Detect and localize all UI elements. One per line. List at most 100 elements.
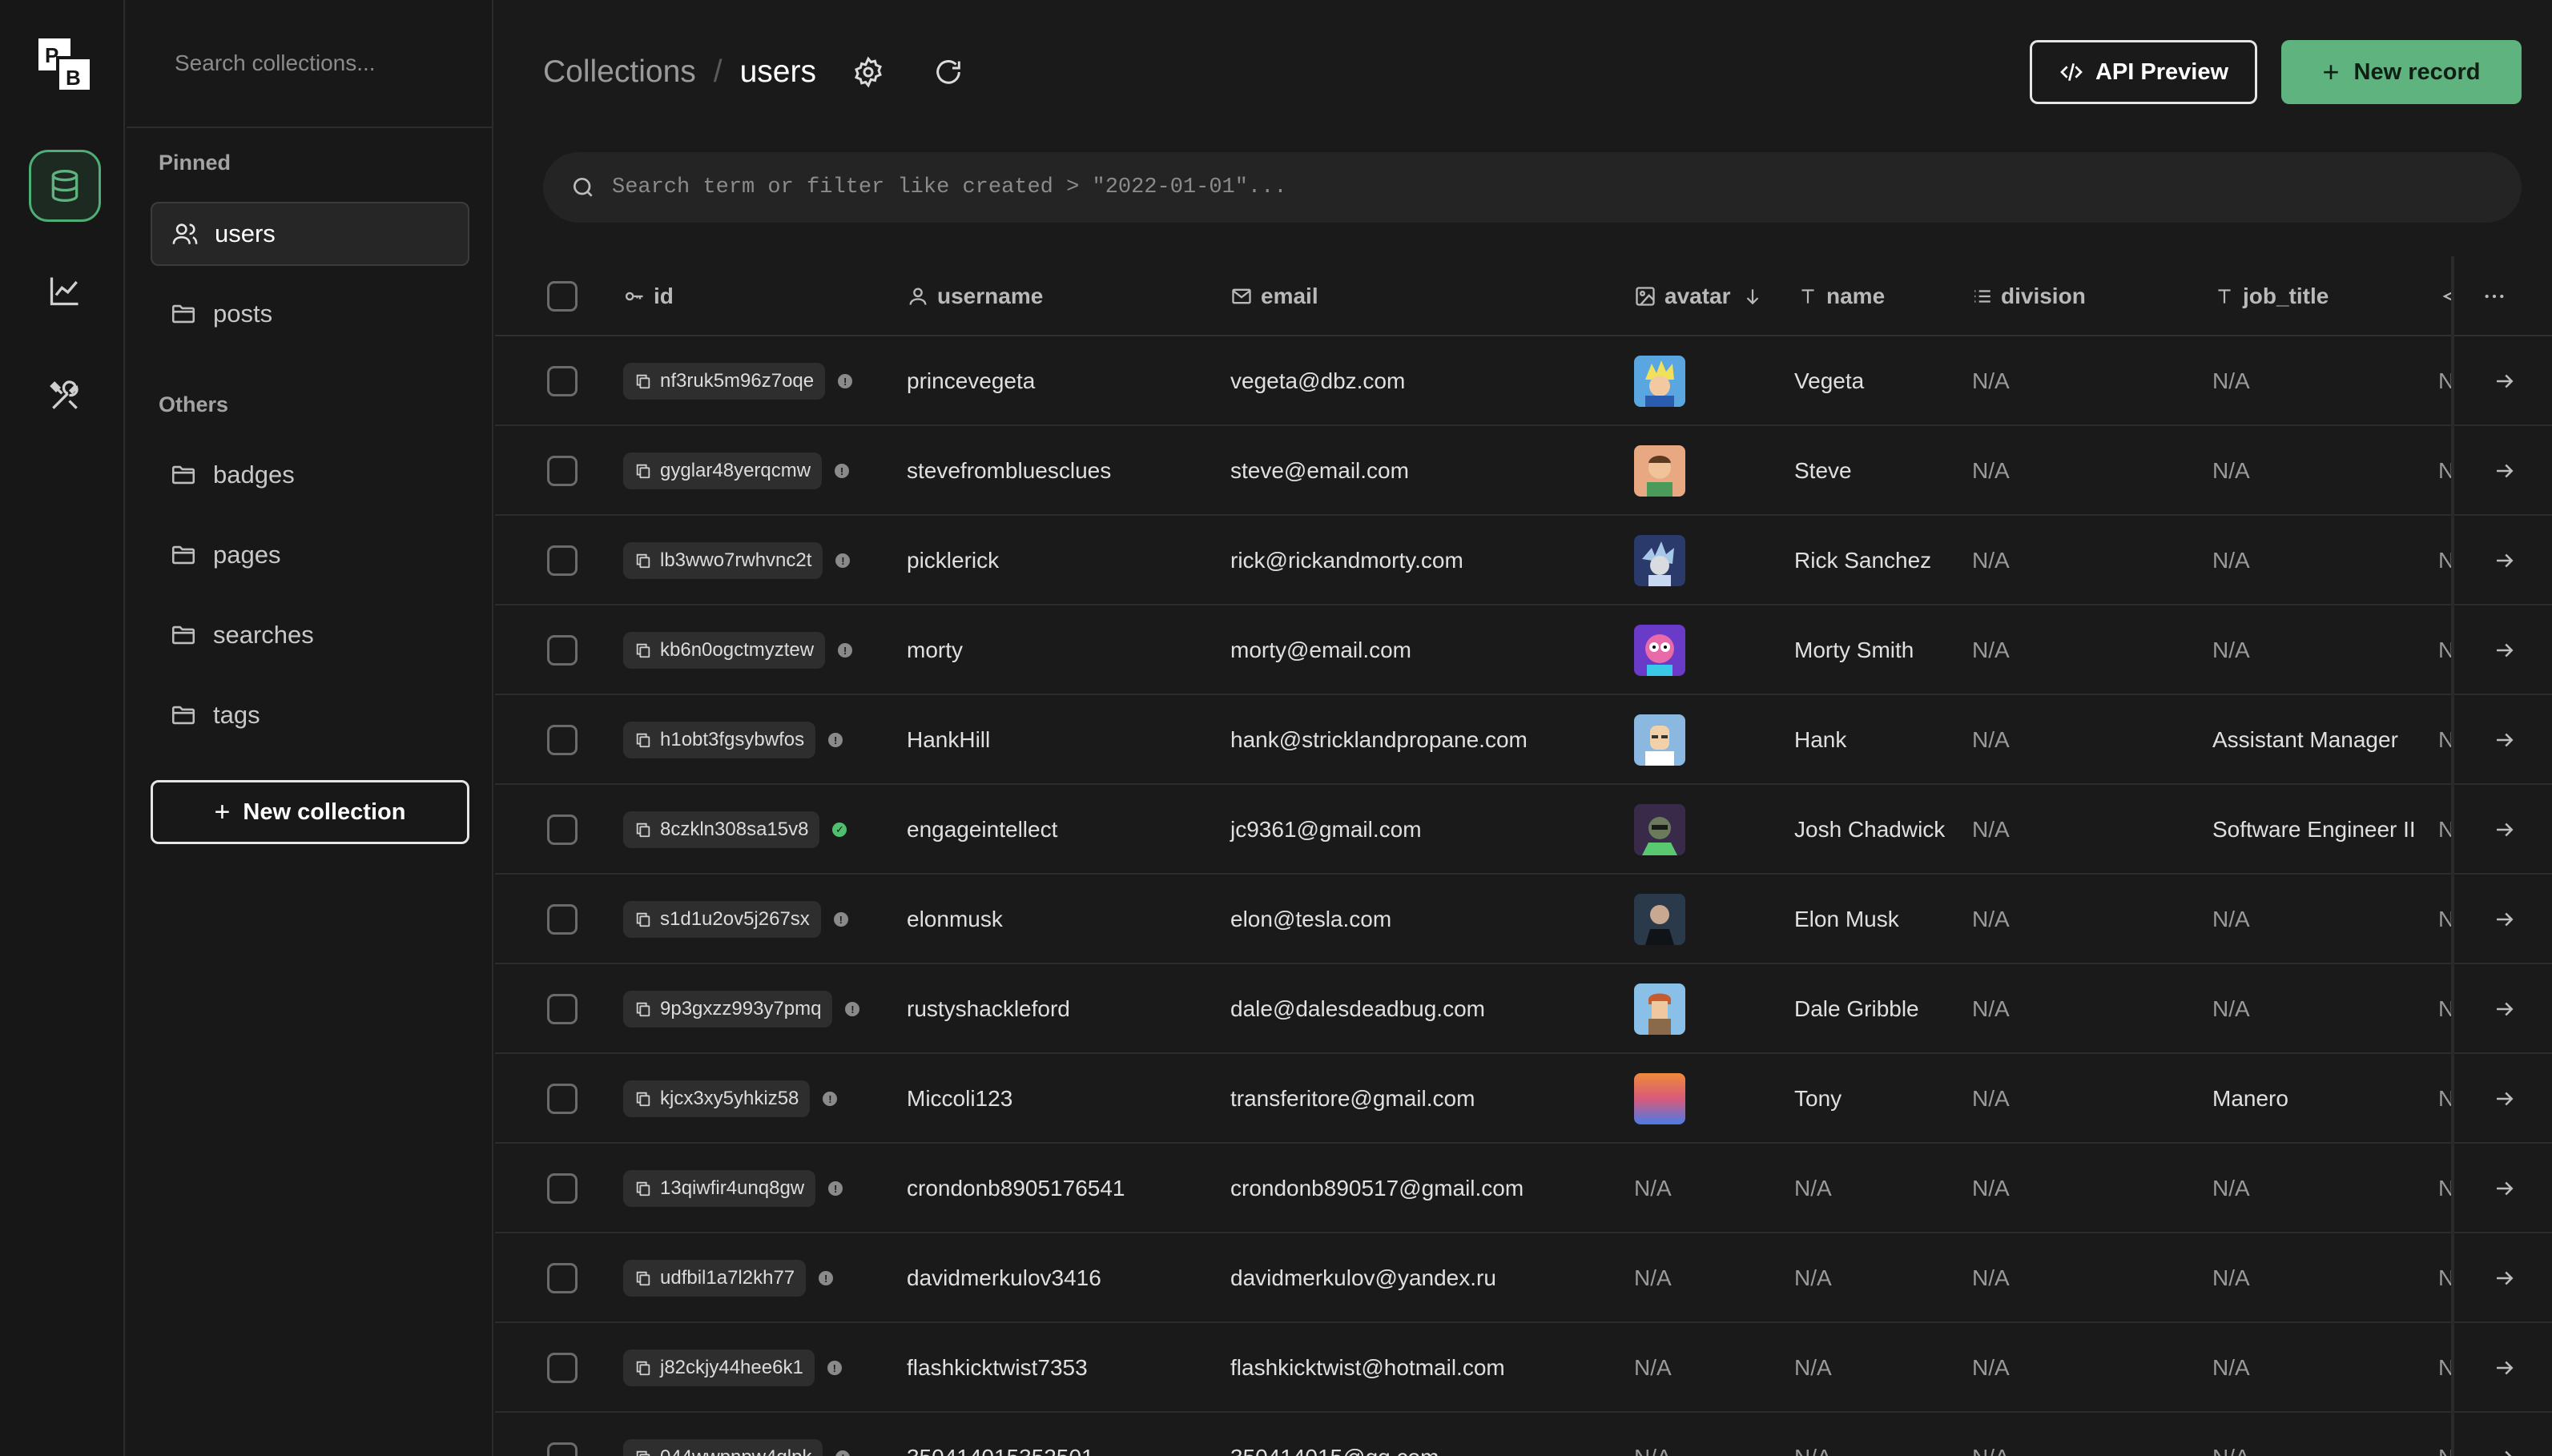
row-checkbox[interactable]	[547, 1413, 578, 1456]
collection-settings-button[interactable]	[852, 56, 884, 88]
row-checkbox[interactable]	[547, 1054, 578, 1144]
copy-id-button[interactable]: udfbil1a7l2kh77	[623, 1260, 807, 1297]
sidebar-item-posts[interactable]: posts	[151, 282, 469, 346]
row-checkbox[interactable]	[547, 605, 578, 695]
api-preview-button[interactable]: API Preview	[2030, 40, 2257, 104]
row-checkbox[interactable]	[547, 875, 578, 964]
copy-id-button[interactable]: 9p3gxzz993y7pmq	[623, 991, 833, 1028]
table-row[interactable]: 8czkln308sa15v8 ✓ engageintellect jc9361@gm…	[495, 785, 2552, 875]
email-cell: crondonb890517@gmail.com	[1230, 1176, 1524, 1201]
copy-id-button[interactable]: kb6n0ogctmyztew	[623, 632, 826, 669]
open-record-button[interactable]	[2493, 964, 2517, 1054]
table-row[interactable]: h1obt3fgsybwfos! HankHill hank@stricklandp…	[495, 695, 2552, 785]
row-checkbox[interactable]	[547, 1323, 578, 1413]
new-collection-button[interactable]: + New collection	[151, 780, 469, 844]
job-title-cell: N/A	[2212, 368, 2250, 393]
copy-icon	[634, 462, 660, 480]
row-checkbox[interactable]	[547, 1233, 578, 1323]
open-record-button[interactable]	[2493, 1054, 2517, 1144]
open-record-button[interactable]	[2493, 1144, 2517, 1233]
open-record-button[interactable]	[2493, 426, 2517, 516]
avatar-cell: N/A	[1634, 1413, 1672, 1456]
copy-id-button[interactable]: gyglar48yerqcmw	[623, 452, 823, 489]
table-row[interactable]: lb3wwo7rwhvnc2t! picklerick rick@rickandmo…	[495, 516, 2552, 605]
column-header-job-title[interactable]: job_title	[2214, 256, 2329, 336]
column-header-username[interactable]: username	[907, 256, 1043, 336]
row-checkbox[interactable]	[547, 1144, 578, 1233]
copy-id-button[interactable]: 13qiwfir4unq8gw	[623, 1170, 816, 1207]
copy-icon	[634, 642, 660, 659]
others-heading: Others	[159, 392, 229, 416]
settings-nav-button[interactable]	[29, 360, 101, 432]
copy-id-button[interactable]: nf3ruk5m96z7oqe	[623, 363, 826, 400]
row-checkbox[interactable]	[547, 964, 578, 1054]
table-row[interactable]: nf3ruk5m96z7oqe! princevegeta vegeta@dbz.c…	[495, 336, 2552, 426]
username-cell: engageintellect	[907, 817, 1058, 842]
open-record-button[interactable]	[2493, 516, 2517, 605]
logs-nav-button[interactable]	[29, 255, 101, 327]
unverified-icon: !	[828, 1181, 843, 1196]
table-row[interactable]: kjcx3xy5yhkiz58! Miccoli123 transferitore@…	[495, 1054, 2552, 1144]
breadcrumb-collections[interactable]: Collections	[543, 54, 696, 90]
column-scroll-divider	[2451, 256, 2454, 1456]
column-header-truncated[interactable]	[2438, 256, 2462, 336]
sidebar-item-pages[interactable]: pages	[151, 523, 469, 587]
columns-menu-button[interactable]	[2482, 256, 2515, 336]
copy-id-button[interactable]: s1d1u2ov5j267sx	[623, 901, 821, 938]
copy-id-button[interactable]: j82ckjy44hee6k1	[623, 1349, 815, 1386]
table-row[interactable]: 13qiwfir4unq8gw! crondonb8905176541 crondo…	[495, 1144, 2552, 1233]
table-row[interactable]: s1d1u2ov5j267sx! elonmusk elon@tesla.com El…	[495, 875, 2552, 964]
row-checkbox[interactable]	[547, 695, 578, 785]
row-checkbox[interactable]	[547, 336, 578, 426]
table-row[interactable]: 044wwpnpw4glpk! 350414015352501 350414015@…	[495, 1413, 2552, 1456]
avatar	[1634, 625, 1685, 676]
table-row[interactable]: 9p3gxzz993y7pmq! rustyshackleford dale@dal…	[495, 964, 2552, 1054]
sidebar-item-users[interactable]: users	[151, 202, 469, 266]
column-header-id[interactable]: id	[623, 256, 674, 336]
record-id: gyglar48yerqcmw	[660, 460, 811, 481]
sidebar-item-badges[interactable]: badges	[151, 443, 469, 507]
more-horizontal-icon	[2482, 284, 2515, 309]
copy-id-button[interactable]: lb3wwo7rwhvnc2t	[623, 542, 823, 579]
copy-id-button[interactable]: 044wwpnpw4glpk	[623, 1439, 823, 1456]
column-header-email[interactable]: email	[1230, 256, 1318, 336]
row-checkbox[interactable]	[547, 426, 578, 516]
table-row[interactable]: j82ckjy44hee6k1! flashkicktwist7353 flashk…	[495, 1323, 2552, 1413]
open-record-button[interactable]	[2493, 1233, 2517, 1323]
collection-search-input[interactable]	[175, 50, 463, 76]
copy-id-button[interactable]: h1obt3fgsybwfos	[623, 722, 816, 758]
new-record-button[interactable]: + New record	[2281, 40, 2522, 104]
open-record-button[interactable]	[2493, 336, 2517, 426]
select-all-checkbox[interactable]	[547, 256, 578, 336]
refresh-button[interactable]	[932, 56, 964, 88]
open-record-button[interactable]	[2493, 1413, 2517, 1456]
table-row[interactable]: udfbil1a7l2kh77! davidmerkulov3416 davidme…	[495, 1233, 2552, 1323]
arrow-right-icon	[2493, 1446, 2517, 1456]
table-row[interactable]: gyglar48yerqcmw! stevefrombluesclues steve…	[495, 426, 2552, 516]
sidebar-item-searches[interactable]: searches	[151, 603, 469, 667]
table-row[interactable]: kb6n0ogctmyztew! morty morty@email.com Mort…	[495, 605, 2552, 695]
open-record-button[interactable]	[2493, 605, 2517, 695]
collections-nav-button[interactable]	[29, 150, 101, 222]
email-cell: dale@dalesdeadbug.com	[1230, 996, 1485, 1021]
open-record-button[interactable]	[2493, 1323, 2517, 1413]
copy-id-button[interactable]: kjcx3xy5yhkiz58	[623, 1080, 811, 1117]
column-header-avatar[interactable]: avatar	[1634, 256, 1771, 336]
unverified-icon: !	[835, 464, 850, 478]
open-record-button[interactable]	[2493, 875, 2517, 964]
open-record-button[interactable]	[2493, 695, 2517, 785]
job-title-cell: N/A	[2212, 548, 2250, 573]
record-id-cell: lb3wwo7rwhvnc2t!	[623, 516, 851, 605]
column-header-name[interactable]: name	[1797, 256, 1885, 336]
records-filter-input[interactable]	[612, 175, 2454, 199]
column-header-division[interactable]: division	[1972, 256, 2086, 336]
row-checkbox[interactable]	[547, 516, 578, 605]
row-checkbox[interactable]	[547, 785, 578, 875]
avatar-cell	[1634, 964, 1685, 1054]
sidebar-item-tags[interactable]: tags	[151, 683, 469, 747]
collection-search	[127, 0, 492, 128]
record-id: 13qiwfir4unq8gw	[660, 1177, 805, 1199]
pocketbase-logo[interactable]: P B	[37, 37, 93, 93]
open-record-button[interactable]	[2493, 785, 2517, 875]
copy-id-button[interactable]: 8czkln308sa15v8	[623, 811, 820, 848]
